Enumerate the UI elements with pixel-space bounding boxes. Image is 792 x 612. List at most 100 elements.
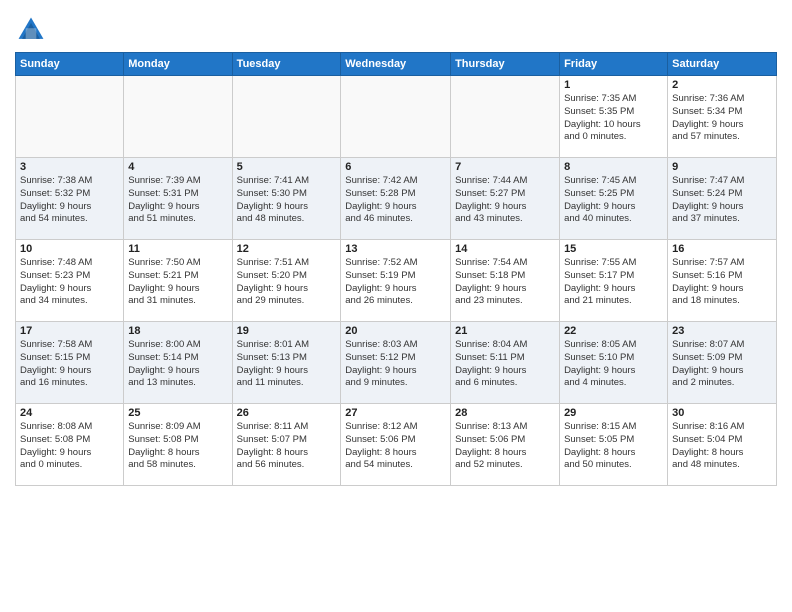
- calendar-cell: 2 Sunrise: 7:36 AM Sunset: 5:34 PM Daylig…: [668, 76, 777, 158]
- day-info: Sunrise: 7:41 AM Sunset: 5:30 PM Dayligh…: [237, 175, 337, 226]
- day-number: 23: [672, 325, 772, 337]
- day-info: Sunrise: 7:36 AM Sunset: 5:34 PM Dayligh…: [672, 93, 772, 144]
- calendar-cell: 23 Sunrise: 8:07 AM Sunset: 5:09 PM Dayli…: [668, 322, 777, 404]
- page: SundayMondayTuesdayWednesdayThursdayFrid…: [0, 0, 792, 496]
- day-info: Sunrise: 7:38 AM Sunset: 5:32 PM Dayligh…: [20, 175, 119, 226]
- day-number: 18: [128, 325, 227, 337]
- calendar-header-friday: Friday: [560, 53, 668, 76]
- day-number: 14: [455, 243, 555, 255]
- calendar-cell: [124, 76, 232, 158]
- day-number: 2: [672, 79, 772, 91]
- day-number: 11: [128, 243, 227, 255]
- day-number: 21: [455, 325, 555, 337]
- day-number: 4: [128, 161, 227, 173]
- day-info: Sunrise: 7:51 AM Sunset: 5:20 PM Dayligh…: [237, 257, 337, 308]
- header: [15, 10, 777, 46]
- calendar-header-row: SundayMondayTuesdayWednesdayThursdayFrid…: [16, 53, 777, 76]
- day-number: 29: [564, 407, 663, 419]
- day-number: 1: [564, 79, 663, 91]
- calendar-header-thursday: Thursday: [451, 53, 560, 76]
- calendar-cell: 13 Sunrise: 7:52 AM Sunset: 5:19 PM Dayli…: [341, 240, 451, 322]
- day-number: 28: [455, 407, 555, 419]
- logo: [15, 14, 51, 46]
- calendar-cell: 25 Sunrise: 8:09 AM Sunset: 5:08 PM Dayli…: [124, 404, 232, 486]
- day-number: 16: [672, 243, 772, 255]
- calendar-week-row: 3Sunrise: 7:38 AM Sunset: 5:32 PM Daylig…: [16, 158, 777, 240]
- day-number: 12: [237, 243, 337, 255]
- calendar-cell: 6 Sunrise: 7:42 AM Sunset: 5:28 PM Daylig…: [341, 158, 451, 240]
- calendar-cell: 20Sunrise: 8:03 AM Sunset: 5:12 PM Dayli…: [341, 322, 451, 404]
- day-info: Sunrise: 7:55 AM Sunset: 5:17 PM Dayligh…: [564, 257, 663, 308]
- day-info: Sunrise: 7:45 AM Sunset: 5:25 PM Dayligh…: [564, 175, 663, 226]
- calendar-cell: [232, 76, 341, 158]
- calendar-cell: 3Sunrise: 7:38 AM Sunset: 5:32 PM Daylig…: [16, 158, 124, 240]
- calendar-cell: 9 Sunrise: 7:47 AM Sunset: 5:24 PM Daylig…: [668, 158, 777, 240]
- calendar-cell: 15 Sunrise: 7:55 AM Sunset: 5:17 PM Dayli…: [560, 240, 668, 322]
- day-info: Sunrise: 7:42 AM Sunset: 5:28 PM Dayligh…: [345, 175, 446, 226]
- day-info: Sunrise: 7:47 AM Sunset: 5:24 PM Dayligh…: [672, 175, 772, 226]
- day-number: 8: [564, 161, 663, 173]
- calendar-cell: [16, 76, 124, 158]
- calendar-cell: 7Sunrise: 7:44 AM Sunset: 5:27 PM Daylig…: [451, 158, 560, 240]
- day-info: Sunrise: 7:57 AM Sunset: 5:16 PM Dayligh…: [672, 257, 772, 308]
- day-info: Sunrise: 8:16 AM Sunset: 5:04 PM Dayligh…: [672, 421, 772, 472]
- calendar-cell: 10Sunrise: 7:48 AM Sunset: 5:23 PM Dayli…: [16, 240, 124, 322]
- day-number: 26: [237, 407, 337, 419]
- day-number: 22: [564, 325, 663, 337]
- day-info: Sunrise: 7:52 AM Sunset: 5:19 PM Dayligh…: [345, 257, 446, 308]
- calendar-cell: 19 Sunrise: 8:01 AM Sunset: 5:13 PM Dayli…: [232, 322, 341, 404]
- day-info: Sunrise: 8:12 AM Sunset: 5:06 PM Dayligh…: [345, 421, 446, 472]
- day-info: Sunrise: 8:04 AM Sunset: 5:11 PM Dayligh…: [455, 339, 555, 390]
- day-info: Sunrise: 8:09 AM Sunset: 5:08 PM Dayligh…: [128, 421, 227, 472]
- day-number: 13: [345, 243, 446, 255]
- day-number: 17: [20, 325, 119, 337]
- calendar-cell: 4 Sunrise: 7:39 AM Sunset: 5:31 PM Daylig…: [124, 158, 232, 240]
- calendar-header-monday: Monday: [124, 53, 232, 76]
- calendar-cell: 24 Sunrise: 8:08 AM Sunset: 5:08 PM Dayli…: [16, 404, 124, 486]
- day-number: 27: [345, 407, 446, 419]
- calendar-header-wednesday: Wednesday: [341, 53, 451, 76]
- day-number: 25: [128, 407, 227, 419]
- calendar-cell: [341, 76, 451, 158]
- calendar-header-sunday: Sunday: [16, 53, 124, 76]
- day-number: 24: [20, 407, 119, 419]
- calendar-cell: 21 Sunrise: 8:04 AM Sunset: 5:11 PM Dayli…: [451, 322, 560, 404]
- calendar-cell: 26 Sunrise: 8:11 AM Sunset: 5:07 PM Dayli…: [232, 404, 341, 486]
- day-info: Sunrise: 7:50 AM Sunset: 5:21 PM Dayligh…: [128, 257, 227, 308]
- calendar-cell: 12 Sunrise: 7:51 AM Sunset: 5:20 PM Dayli…: [232, 240, 341, 322]
- calendar-week-row: 1Sunrise: 7:35 AM Sunset: 5:35 PM Daylig…: [16, 76, 777, 158]
- calendar-cell: 1Sunrise: 7:35 AM Sunset: 5:35 PM Daylig…: [560, 76, 668, 158]
- calendar-header-tuesday: Tuesday: [232, 53, 341, 76]
- day-number: 20: [345, 325, 446, 337]
- day-number: 19: [237, 325, 337, 337]
- calendar-cell: 28 Sunrise: 8:13 AM Sunset: 5:06 PM Dayli…: [451, 404, 560, 486]
- calendar-cell: 11 Sunrise: 7:50 AM Sunset: 5:21 PM Dayli…: [124, 240, 232, 322]
- day-number: 30: [672, 407, 772, 419]
- calendar-week-row: 17 Sunrise: 7:58 AM Sunset: 5:15 PM Dayli…: [16, 322, 777, 404]
- day-info: Sunrise: 8:08 AM Sunset: 5:08 PM Dayligh…: [20, 421, 119, 472]
- day-info: Sunrise: 8:07 AM Sunset: 5:09 PM Dayligh…: [672, 339, 772, 390]
- calendar: SundayMondayTuesdayWednesdayThursdayFrid…: [15, 52, 777, 486]
- day-info: Sunrise: 8:13 AM Sunset: 5:06 PM Dayligh…: [455, 421, 555, 472]
- calendar-cell: 18 Sunrise: 8:00 AM Sunset: 5:14 PM Dayli…: [124, 322, 232, 404]
- day-info: Sunrise: 7:39 AM Sunset: 5:31 PM Dayligh…: [128, 175, 227, 226]
- day-number: 9: [672, 161, 772, 173]
- calendar-cell: 5Sunrise: 7:41 AM Sunset: 5:30 PM Daylig…: [232, 158, 341, 240]
- day-info: Sunrise: 7:44 AM Sunset: 5:27 PM Dayligh…: [455, 175, 555, 226]
- day-number: 6: [345, 161, 446, 173]
- calendar-cell: 29Sunrise: 8:15 AM Sunset: 5:05 PM Dayli…: [560, 404, 668, 486]
- calendar-cell: [451, 76, 560, 158]
- day-info: Sunrise: 7:54 AM Sunset: 5:18 PM Dayligh…: [455, 257, 555, 308]
- day-info: Sunrise: 8:00 AM Sunset: 5:14 PM Dayligh…: [128, 339, 227, 390]
- day-number: 15: [564, 243, 663, 255]
- logo-icon: [15, 14, 47, 46]
- day-info: Sunrise: 8:01 AM Sunset: 5:13 PM Dayligh…: [237, 339, 337, 390]
- calendar-cell: 27 Sunrise: 8:12 AM Sunset: 5:06 PM Dayli…: [341, 404, 451, 486]
- calendar-week-row: 10Sunrise: 7:48 AM Sunset: 5:23 PM Dayli…: [16, 240, 777, 322]
- day-info: Sunrise: 8:05 AM Sunset: 5:10 PM Dayligh…: [564, 339, 663, 390]
- calendar-cell: 16 Sunrise: 7:57 AM Sunset: 5:16 PM Dayli…: [668, 240, 777, 322]
- day-info: Sunrise: 7:58 AM Sunset: 5:15 PM Dayligh…: [20, 339, 119, 390]
- calendar-cell: 22 Sunrise: 8:05 AM Sunset: 5:10 PM Dayli…: [560, 322, 668, 404]
- day-info: Sunrise: 8:11 AM Sunset: 5:07 PM Dayligh…: [237, 421, 337, 472]
- calendar-cell: 14 Sunrise: 7:54 AM Sunset: 5:18 PM Dayli…: [451, 240, 560, 322]
